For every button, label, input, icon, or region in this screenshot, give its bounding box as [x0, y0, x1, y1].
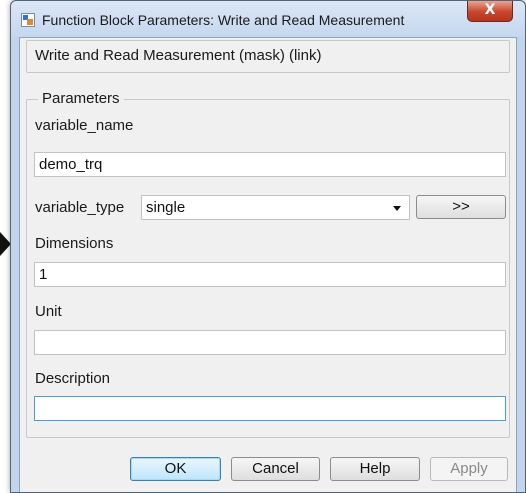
variable-name-input[interactable]: demo_trq — [34, 152, 506, 177]
close-button[interactable]: X — [467, 1, 513, 22]
variable-type-browse-button[interactable]: >> — [416, 195, 506, 219]
variable-type-select[interactable]: single — [141, 195, 410, 220]
dimensions-label: Dimensions — [35, 235, 114, 252]
parameters-group-label: Parameters — [38, 90, 124, 107]
ok-button[interactable]: OK — [130, 457, 221, 481]
mask-title: Write and Read Measurement (mask) (link) — [26, 40, 510, 73]
window-title: Function Block Parameters: Write and Rea… — [42, 12, 405, 28]
dialog-window: Function Block Parameters: Write and Rea… — [10, 0, 526, 493]
parameters-group: Parameters variable_name demo_trq variab… — [26, 90, 510, 438]
variable-type-label: variable_type — [35, 199, 125, 216]
cancel-button[interactable]: Cancel — [231, 457, 320, 481]
dialog-body: Write and Read Measurement (mask) (link)… — [19, 37, 517, 492]
title-bar[interactable]: Function Block Parameters: Write and Rea… — [11, 1, 525, 37]
description-label: Description — [35, 370, 111, 387]
chevron-down-icon — [393, 206, 401, 211]
variable-type-value: single — [146, 199, 186, 216]
variable-name-label: variable_name — [35, 117, 134, 134]
dimensions-input[interactable]: 1 — [34, 262, 506, 287]
description-input[interactable] — [34, 396, 506, 421]
help-button[interactable]: Help — [330, 457, 420, 481]
unit-label: Unit — [35, 303, 62, 320]
simulink-block-icon — [21, 13, 35, 27]
unit-input[interactable] — [34, 330, 506, 355]
apply-button[interactable]: Apply — [430, 457, 508, 481]
